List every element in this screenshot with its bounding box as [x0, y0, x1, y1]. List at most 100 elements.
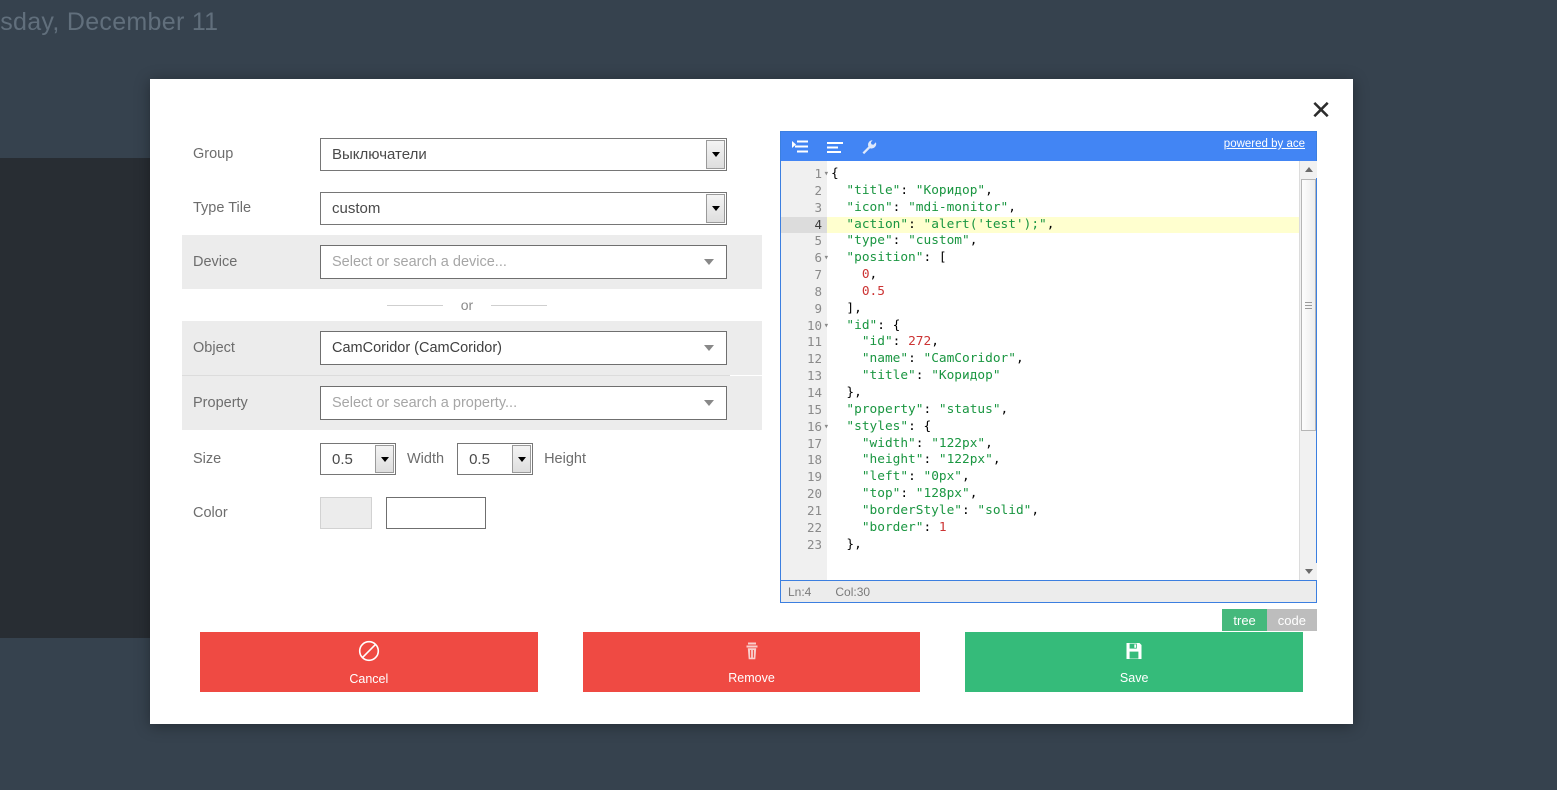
gutter-line[interactable]: 2 — [781, 183, 827, 200]
gutter-line[interactable]: 12 — [781, 351, 827, 368]
code-line[interactable]: }, — [827, 537, 1316, 554]
group-select[interactable]: Выключатели — [320, 138, 727, 171]
scrollbar-thumb[interactable] — [1301, 179, 1316, 431]
code-line[interactable]: "borderStyle": "solid", — [827, 503, 1316, 520]
gutter-line[interactable]: 9 — [781, 301, 827, 318]
form-row-size: Size 0.5 Width 0.5 Height — [182, 430, 762, 488]
code-line[interactable]: "name": "CamCoridor", — [827, 351, 1316, 368]
mode-tree-button[interactable]: tree — [1222, 609, 1266, 631]
gutter-line[interactable]: 14 — [781, 385, 827, 402]
code-line[interactable]: "height": "122px", — [827, 452, 1316, 469]
size-height-select[interactable]: 0.5 — [457, 443, 533, 475]
gutter-line[interactable]: 6▾ — [781, 250, 827, 267]
code-area[interactable]: 1▾23456▾78910▾111213141516▾1718192021222… — [781, 161, 1316, 580]
code-token: : — [893, 233, 908, 248]
chevron-down-icon[interactable] — [375, 445, 394, 473]
code-token: "border" — [862, 520, 924, 535]
property-select[interactable]: Select or search a property... — [320, 386, 727, 420]
gutter-line[interactable]: 19 — [781, 469, 827, 486]
object-select[interactable]: CamCoridor (CamCoridor) — [320, 331, 727, 365]
code-line[interactable]: { — [827, 166, 1316, 183]
code-line[interactable]: "title": "Коридор" — [827, 368, 1316, 385]
code-line[interactable]: 0.5 — [827, 284, 1316, 301]
chevron-down-icon[interactable] — [512, 445, 531, 473]
gutter-line[interactable]: 3 — [781, 200, 827, 217]
code-token — [831, 419, 846, 434]
gutter-line[interactable]: 17 — [781, 436, 827, 453]
code-content[interactable]: { "title": "Коридор", "icon": "mdi-monit… — [827, 161, 1316, 580]
code-line[interactable]: ], — [827, 301, 1316, 318]
code-line[interactable]: "action": "alert('test');", — [827, 217, 1316, 234]
close-icon[interactable]: ✕ — [1303, 93, 1339, 129]
cancel-button[interactable]: Cancel — [200, 632, 538, 692]
code-line[interactable]: "border": 1 — [827, 520, 1316, 537]
code-line[interactable]: "top": "128px", — [827, 486, 1316, 503]
code-line[interactable]: "icon": "mdi-monitor", — [827, 200, 1316, 217]
code-line[interactable]: }, — [827, 385, 1316, 402]
gutter-line[interactable]: 1▾ — [781, 166, 827, 183]
code-line[interactable]: "type": "custom", — [827, 233, 1316, 250]
mode-code-button[interactable]: code — [1267, 609, 1317, 631]
code-token: , — [970, 233, 978, 248]
chevron-down-icon[interactable] — [706, 140, 725, 169]
gutter-line[interactable]: 18 — [781, 452, 827, 469]
code-line[interactable]: "property": "status", — [827, 402, 1316, 419]
gutter-line[interactable]: 8 — [781, 284, 827, 301]
wrench-icon[interactable] — [861, 139, 877, 155]
color-label: Color — [193, 505, 320, 521]
code-token — [831, 520, 862, 535]
code-token: : [ — [923, 250, 946, 265]
color-input[interactable] — [386, 497, 486, 529]
code-token — [831, 368, 862, 383]
color-swatch[interactable] — [320, 497, 372, 529]
property-select-placeholder: Select or search a property... — [321, 395, 517, 411]
gutter-line[interactable]: 13 — [781, 368, 827, 385]
code-line[interactable]: "title": "Коридор", — [827, 183, 1316, 200]
code-token: , — [985, 436, 993, 451]
code-token: "title" — [846, 183, 900, 198]
editor-vertical-scrollbar[interactable] — [1299, 161, 1316, 580]
code-token: "width" — [862, 436, 916, 451]
gutter-line[interactable]: 21 — [781, 503, 827, 520]
code-line[interactable]: "width": "122px", — [827, 436, 1316, 453]
indent-lines-icon[interactable] — [792, 140, 809, 154]
code-line[interactable]: "id": 272, — [827, 334, 1316, 351]
json-editor-box: powered by ace 1▾23456▾78910▾11121314151… — [780, 131, 1317, 581]
gutter-line[interactable]: 16▾ — [781, 419, 827, 436]
scroll-down-arrow-icon[interactable] — [1300, 563, 1317, 580]
code-line[interactable]: "id": { — [827, 318, 1316, 335]
scroll-up-arrow-icon[interactable] — [1300, 161, 1317, 178]
gutter-line[interactable]: 23 — [781, 537, 827, 554]
type-tile-select[interactable]: custom — [320, 192, 727, 225]
code-token: "height" — [862, 452, 924, 467]
gutter-line[interactable]: 22 — [781, 520, 827, 537]
code-line[interactable]: "left": "0px", — [827, 469, 1316, 486]
code-token: "title" — [862, 368, 916, 383]
code-token: "action" — [846, 217, 908, 232]
tile-form: Group Выключатели Type Tile custom Devic… — [182, 127, 762, 538]
code-line[interactable]: "styles": { — [827, 419, 1316, 436]
gutter-line[interactable]: 4 — [781, 217, 827, 234]
powered-by-ace-link[interactable]: powered by ace — [1224, 138, 1305, 150]
gutter-line[interactable]: 15 — [781, 402, 827, 419]
code-line[interactable]: "position": [ — [827, 250, 1316, 267]
gutter-line[interactable]: 5 — [781, 233, 827, 250]
code-token: "borderStyle" — [862, 503, 962, 518]
or-divider-text: or — [461, 297, 473, 313]
editor-mode-toggle: tree code — [780, 609, 1317, 631]
size-width-select[interactable]: 0.5 — [320, 443, 396, 475]
code-token — [831, 250, 846, 265]
code-token: : — [900, 183, 915, 198]
remove-button[interactable]: Remove — [583, 632, 921, 692]
chevron-down-icon[interactable] — [706, 194, 725, 223]
device-select[interactable]: Select or search a device... — [320, 245, 727, 279]
code-token: "property" — [846, 402, 923, 417]
gutter-line[interactable]: 10▾ — [781, 318, 827, 335]
gutter-line[interactable]: 11 — [781, 334, 827, 351]
save-button[interactable]: Save — [965, 632, 1303, 692]
code-token: "122px" — [931, 436, 985, 451]
code-line[interactable]: 0, — [827, 267, 1316, 284]
gutter-line[interactable]: 7 — [781, 267, 827, 284]
gutter-line[interactable]: 20 — [781, 486, 827, 503]
compact-lines-icon[interactable] — [827, 140, 843, 154]
